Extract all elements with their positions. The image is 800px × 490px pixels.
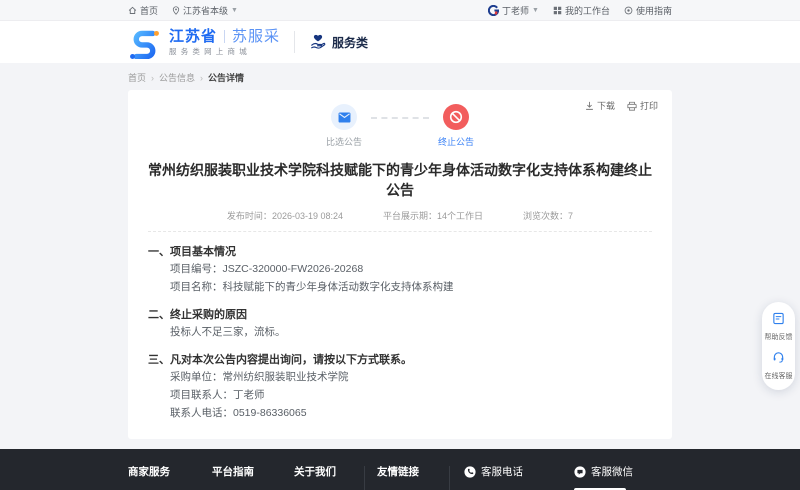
workbench-link[interactable]: 我的工作台 (553, 4, 610, 17)
phone-icon (464, 466, 476, 478)
notice-title: 常州纺织服装职业技术学院科技赋能下的青少年身体活动数字化支持体系构建终止公告 (148, 160, 652, 200)
service-heart-hand-icon (309, 33, 327, 51)
chevron-down-icon: ▼ (231, 7, 238, 14)
breadcrumb-current: 公告详情 (208, 71, 244, 84)
step-termination-notice[interactable]: 终止公告 (429, 104, 483, 148)
download-button[interactable]: 下载 (585, 99, 615, 112)
section-contact: 三、凡对本次公告内容提出询问，请按以下方式联系。 采购单位：常州纺织服装职业技术… (148, 351, 652, 421)
region-selector[interactable]: 江苏省本级 ▼ (172, 4, 238, 17)
step-bid-notice[interactable]: 比选公告 (317, 104, 371, 148)
footer-col-about: 关于我们 关于我们 联系我们 (294, 464, 364, 490)
display-period: 平台展示期：14个工作日 (383, 209, 483, 222)
chevron-down-icon: ▼ (532, 7, 539, 14)
contact-phone: 联系人电话：0519-86336065 (170, 406, 652, 421)
print-button[interactable]: 打印 (627, 99, 658, 112)
footer-wechat: 客服微信 (568, 464, 633, 490)
brand-s-logo-icon (128, 26, 161, 59)
breadcrumb-separator: › (200, 73, 203, 83)
section-termination-reason: 二、终止采购的原因 投标人不足三家，流标。 (148, 306, 652, 340)
project-number: 项目编号：JSZC-320000-FW2026-20268 (170, 262, 652, 277)
contact-person: 项目联系人：丁老师 (170, 388, 652, 403)
breadcrumb-separator: › (151, 73, 154, 83)
top-utility-bar: 首页 江苏省本级 ▼ 丁老师 ▼ 我的工作台 使用指南 (0, 0, 800, 21)
topbar-left: 首页 江苏省本级 ▼ (128, 4, 238, 17)
print-label: 打印 (640, 99, 658, 112)
footer-col-title: 平台指南 (212, 464, 294, 479)
user-menu[interactable]: 丁老师 ▼ (488, 4, 539, 17)
footer-hotline: 客服电话 400-000-9292 工作日：08:00 - 18:00 (450, 464, 568, 490)
logo-brand: 苏服采 (232, 29, 280, 44)
card-toolbar: 下载 打印 (585, 99, 658, 112)
hotline-title: 客服电话 (481, 464, 523, 479)
guide-icon (624, 6, 633, 15)
footer-col-merchant: 商家服务 供应商守则 入驻流程 供应商信息发布规范 (128, 464, 212, 490)
section-project-info: 一、项目基本情况 项目编号：JSZC-320000-FW2026-20268 项… (148, 243, 652, 295)
header-divider (294, 31, 295, 53)
topbar-home-label: 首页 (140, 4, 158, 17)
headset-icon (772, 351, 785, 364)
meta-divider (148, 231, 652, 232)
logo-text: 江苏省 苏服采 服务类网上商城 (169, 29, 280, 56)
feedback-label: 帮助反馈 (762, 332, 795, 342)
region-label: 江苏省本级 (183, 4, 228, 17)
notice-meta: 发布时间：2026-03-19 08:24 平台展示期：14个工作日 浏览次数：… (148, 209, 652, 222)
section-heading: 三、凡对本次公告内容提出询问，请按以下方式联系。 (148, 351, 652, 367)
online-service-button[interactable]: 在线客服 (762, 351, 795, 381)
download-icon (585, 101, 594, 111)
footer-col-guide: 平台指南 账号找回须知 隐私政策 法律声明 (212, 464, 294, 490)
view-count: 浏览次数：7 (523, 209, 573, 222)
notice-steps: 比选公告 终止公告 (148, 104, 652, 148)
guide-link[interactable]: 使用指南 (624, 4, 672, 17)
footer-col-friend-links: 友情链接 中国政府采购网 (365, 464, 449, 490)
logo-subtitle: 服务类网上商城 (169, 48, 280, 56)
print-icon (627, 101, 637, 111)
topbar-right: 丁老师 ▼ 我的工作台 使用指南 (488, 4, 672, 17)
step-label: 比选公告 (317, 135, 371, 148)
user-org-logo-icon (488, 5, 499, 16)
site-header: 江苏省 苏服采 服务类网上商城 服务类 (0, 21, 800, 63)
category-badge[interactable]: 服务类 (309, 33, 368, 51)
logo-divider (224, 30, 225, 43)
category-badge-label: 服务类 (332, 34, 368, 51)
prohibition-icon (449, 110, 463, 124)
guide-label: 使用指南 (636, 4, 672, 17)
publish-time: 发布时间：2026-03-19 08:24 (227, 209, 343, 222)
project-name: 项目名称：科技赋能下的青少年身体活动数字化支持体系构建 (170, 280, 652, 295)
home-icon (128, 6, 137, 15)
step-connector (371, 117, 429, 119)
wechat-title: 客服微信 (591, 464, 633, 479)
footer: 商家服务 供应商守则 入驻流程 供应商信息发布规范 平台指南 账号找回须知 隐私… (0, 449, 800, 490)
logo-province: 江苏省 (169, 29, 217, 44)
purchaser-unit: 采购单位：常州纺织服装职业技术学院 (170, 370, 652, 385)
location-pin-icon (172, 6, 180, 15)
workbench-icon (553, 6, 562, 15)
step-label: 终止公告 (429, 135, 483, 148)
section-heading: 二、终止采购的原因 (148, 306, 652, 322)
breadcrumb: 首页 › 公告信息 › 公告详情 (128, 63, 672, 90)
footer-col-title: 商家服务 (128, 464, 212, 479)
envelope-icon (338, 112, 351, 123)
feedback-button[interactable]: 帮助反馈 (762, 312, 795, 342)
breadcrumb-notice-list[interactable]: 公告信息 (159, 71, 195, 84)
footer-col-title: 友情链接 (377, 464, 449, 479)
notice-card: 下载 打印 比选公告 终止公告 常州纺织服装职业技术学 (128, 90, 672, 439)
feedback-doc-icon (772, 312, 785, 325)
download-label: 下载 (597, 99, 615, 112)
floating-widget: 帮助反馈 在线客服 (762, 302, 795, 390)
breadcrumb-home[interactable]: 首页 (128, 71, 146, 84)
site-logo[interactable]: 江苏省 苏服采 服务类网上商城 (128, 26, 280, 59)
topbar-home-link[interactable]: 首页 (128, 4, 158, 17)
online-service-label: 在线客服 (762, 371, 795, 381)
footer-col-title: 关于我们 (294, 464, 364, 479)
user-name: 丁老师 (502, 4, 529, 17)
termination-reason: 投标人不足三家，流标。 (170, 325, 652, 340)
section-heading: 一、项目基本情况 (148, 243, 652, 259)
workbench-label: 我的工作台 (565, 4, 610, 17)
wechat-icon (574, 466, 586, 478)
